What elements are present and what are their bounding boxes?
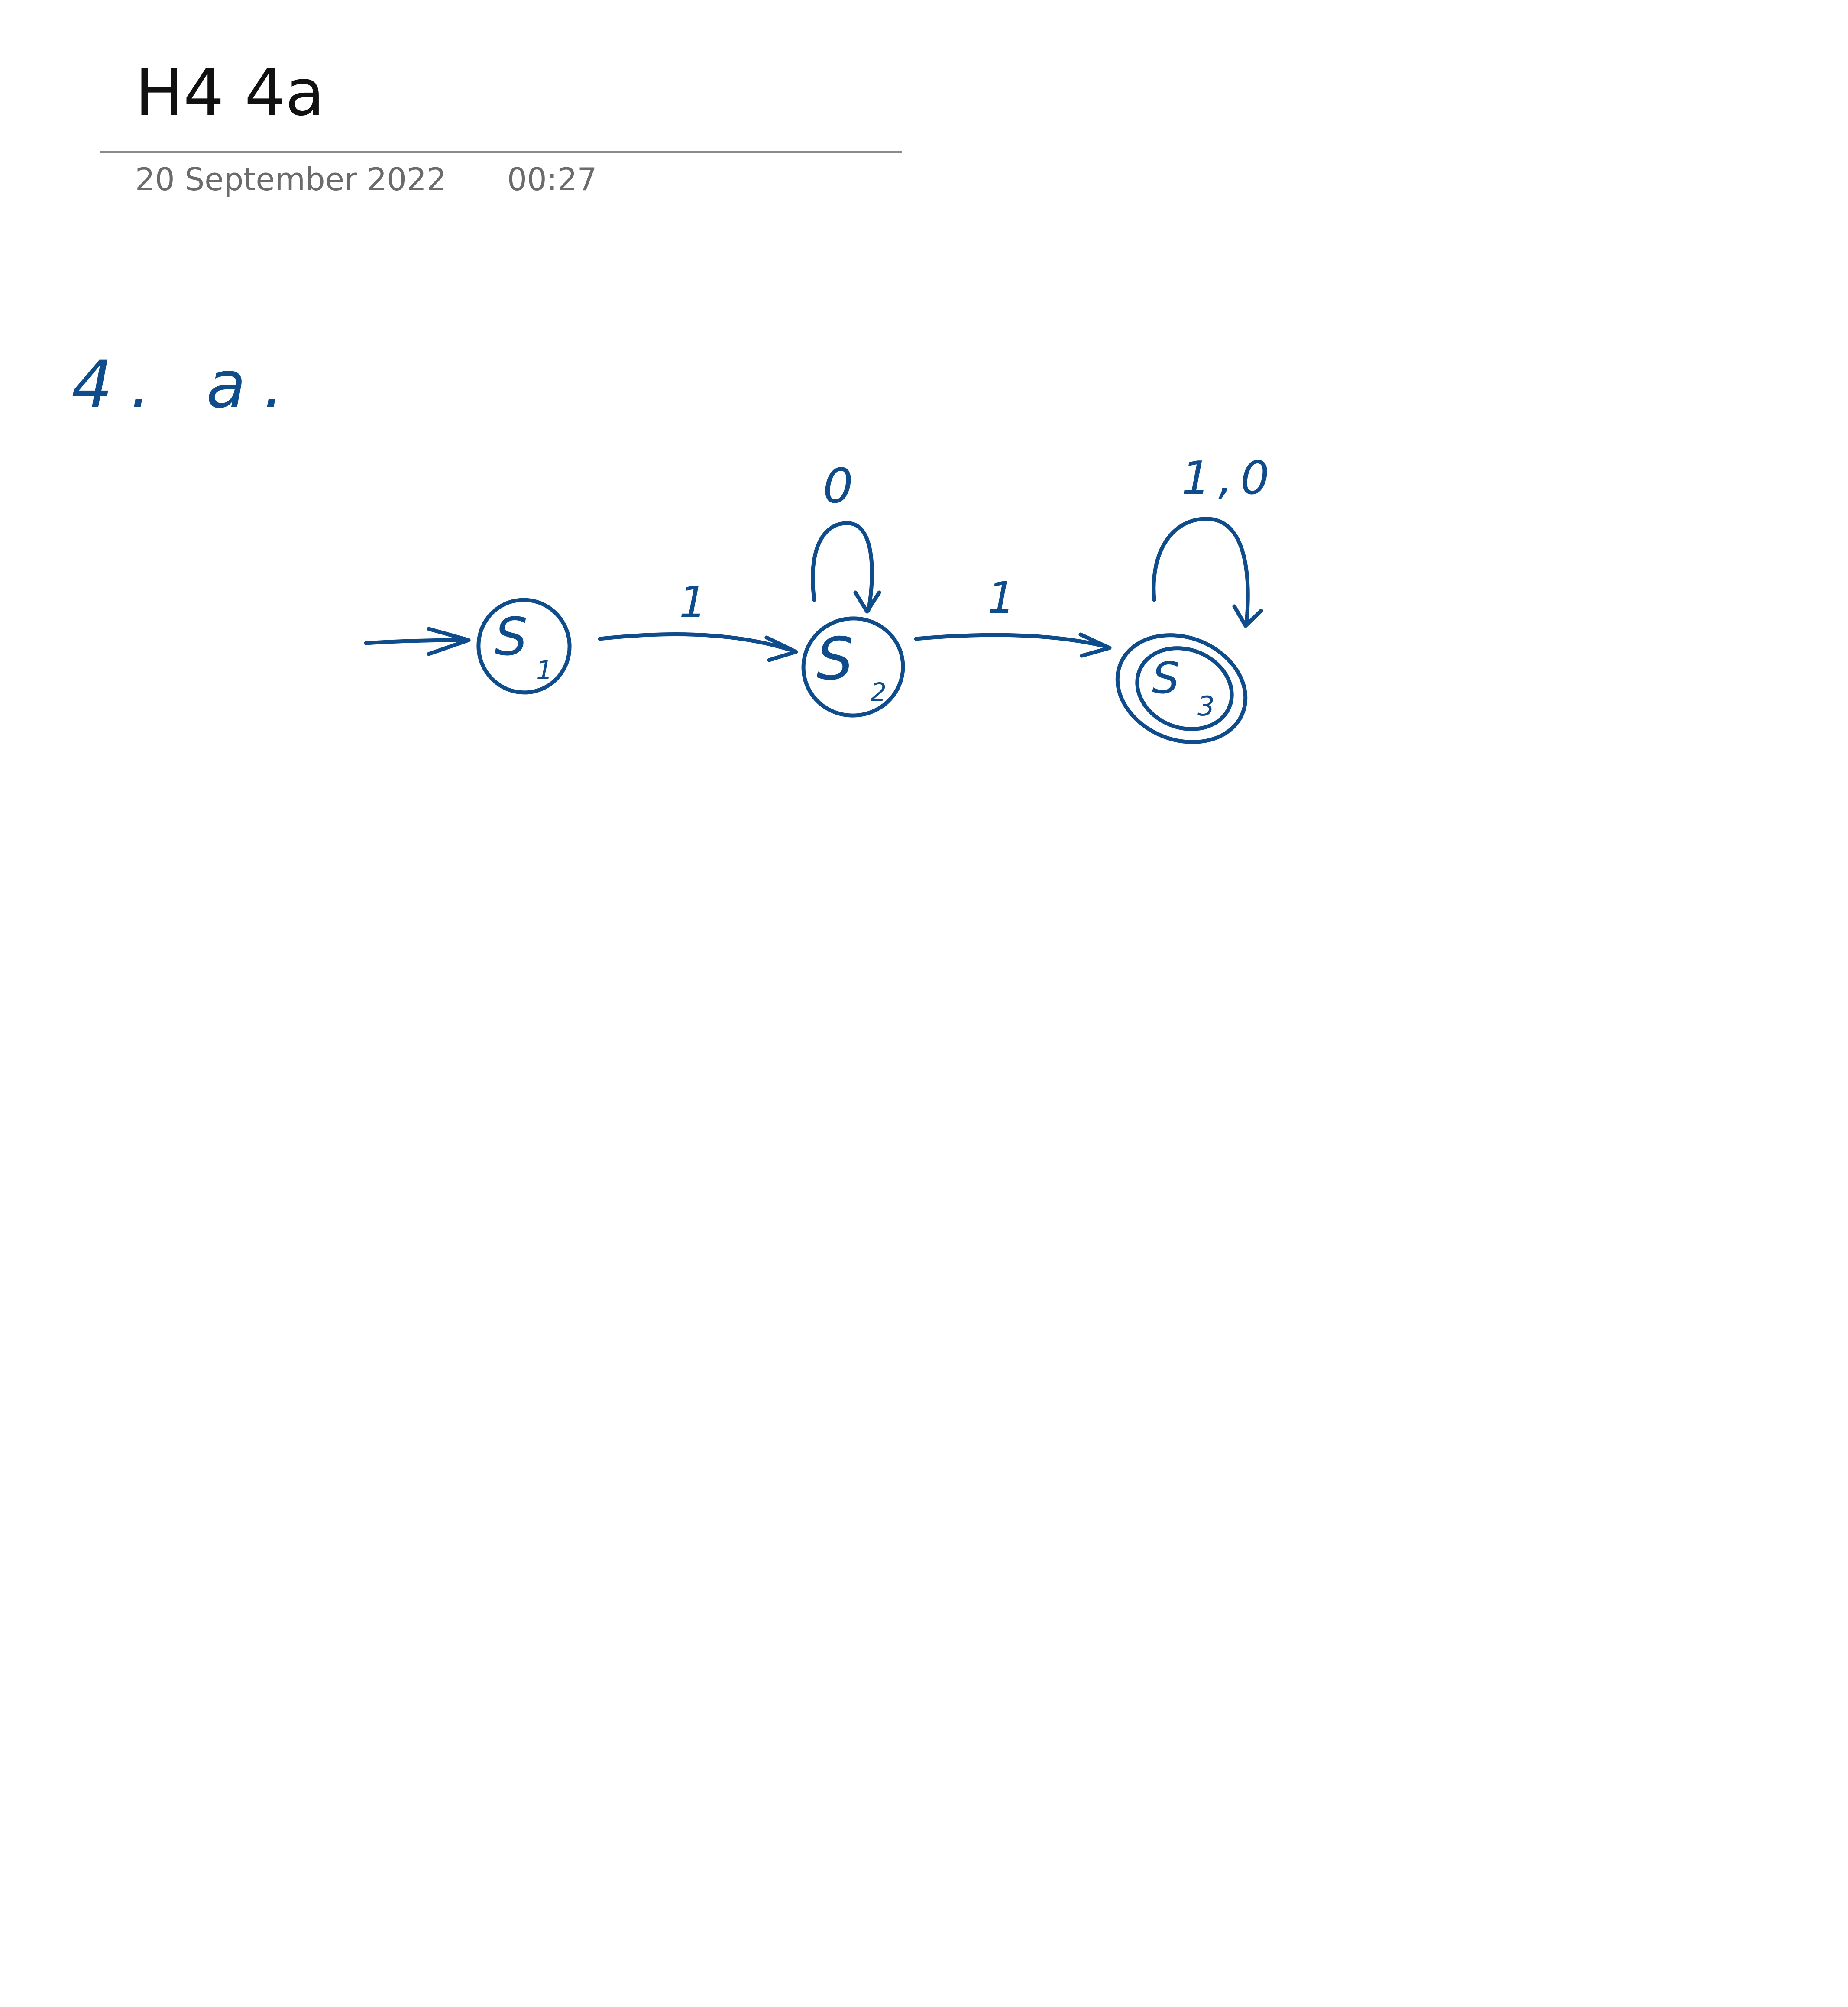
- state-s2-label: S: [816, 625, 854, 693]
- state-s2: S 2: [801, 616, 905, 718]
- section-label: 4. a.: [71, 347, 301, 423]
- start-arrow: [364, 627, 471, 656]
- self-loop-s2-label: 0: [823, 458, 853, 514]
- state-s3: S 3: [1115, 633, 1248, 744]
- transition-s1-s2-label: 1: [679, 577, 707, 628]
- handwritten-ink-canvas: 4. a. S 1 1 S 2 0 1 S 3 1,0: [71, 347, 1277, 744]
- state-s3-outer-circle: [1115, 633, 1248, 744]
- transition-s1-s2: 1: [598, 577, 798, 662]
- state-s1-label: S: [495, 607, 528, 667]
- state-s1-subscript: 1: [536, 655, 553, 686]
- self-loop-s3: 1,0: [1152, 452, 1277, 628]
- state-s2-subscript: 2: [871, 677, 887, 707]
- transition-s2-s3-label: 1: [987, 573, 1015, 623]
- state-s1: S 1: [476, 598, 572, 695]
- self-loop-s3-label: 1,0: [1181, 452, 1277, 505]
- section-label-text: 4. a.: [71, 347, 301, 423]
- self-loop-s2: 0: [811, 458, 881, 614]
- state-s3-subscript: 3: [1197, 690, 1214, 722]
- state-s3-label: S: [1152, 653, 1179, 703]
- transition-s2-s3: 1: [914, 573, 1112, 658]
